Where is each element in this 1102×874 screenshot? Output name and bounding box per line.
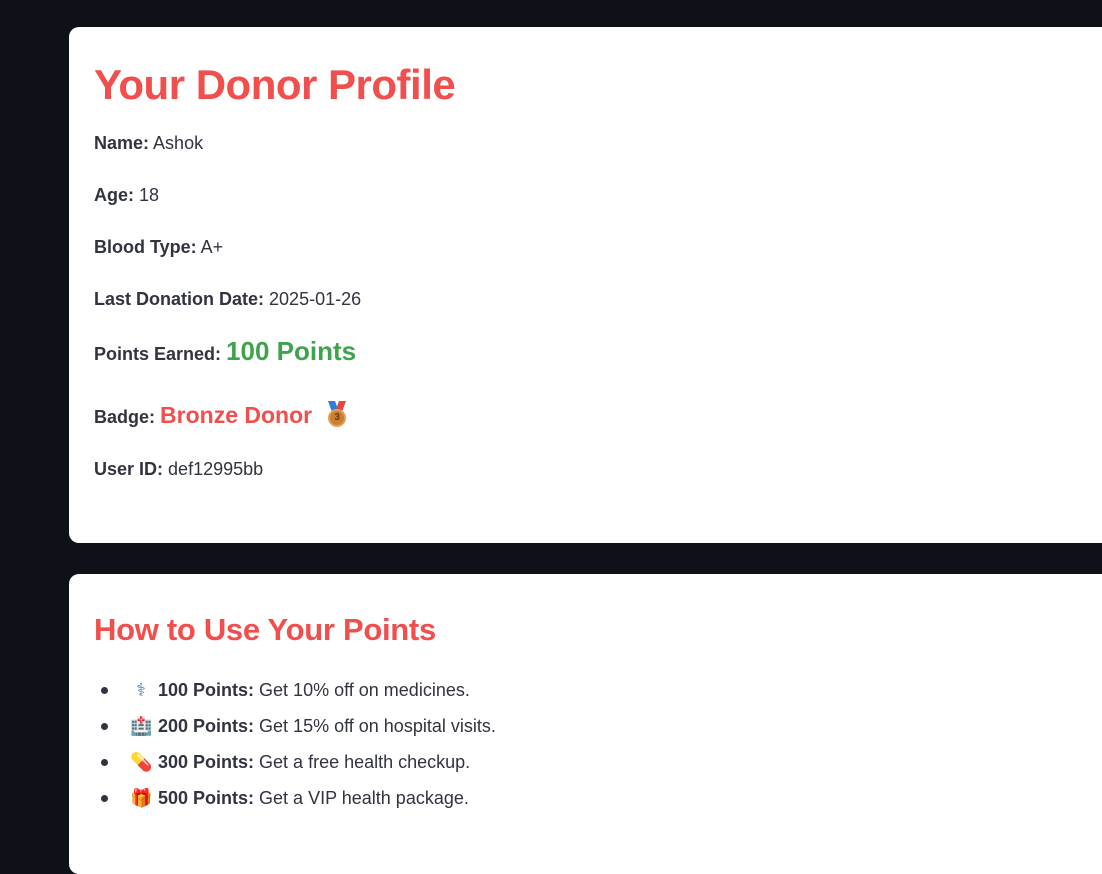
name-field: Name: Ashok	[94, 131, 1102, 183]
last-donation-label: Last Donation Date:	[94, 289, 265, 309]
page-title: Your Donor Profile	[94, 61, 456, 108]
reward-points: 300 Points:	[158, 752, 255, 772]
badge-field: Badge: Bronze Donor 3	[94, 401, 1102, 457]
donor-profile-card: Your Donor Profile Name: Ashok Age: 18 B…	[69, 27, 1102, 543]
last-donation-value: 2025-01-26	[269, 289, 362, 309]
reward-points: 500 Points:	[158, 788, 255, 808]
user-id-field: User ID: def12995bb	[94, 457, 1102, 509]
rewards-list: ⚕ 100 Points: Get 10% off on medicines. 🏥…	[94, 672, 1102, 816]
hospital-icon: 🏥	[130, 716, 153, 736]
bronze-medal-icon: 3	[325, 401, 349, 427]
points-label: Points Earned:	[94, 344, 222, 364]
pill-icon: 💊	[130, 752, 153, 772]
name-label: Name:	[94, 133, 150, 153]
reward-text: Get 15% off on hospital visits.	[259, 716, 496, 736]
user-id-label: User ID:	[94, 459, 164, 479]
points-value: 100 Points	[226, 336, 357, 366]
stethoscope-icon: ⚕	[136, 680, 146, 700]
list-item: ⚕ 100 Points: Get 10% off on medicines.	[101, 672, 1102, 708]
badge-label: Badge:	[94, 407, 156, 427]
age-label: Age:	[94, 185, 134, 205]
gift-icon: 🎁	[130, 788, 153, 808]
age-value: 18	[139, 185, 160, 205]
list-item: 🏥 200 Points: Get 15% off on hospital vis…	[101, 708, 1102, 744]
reward-text: Get a VIP health package.	[259, 788, 469, 808]
reward-text: Get a free health checkup.	[259, 752, 471, 772]
reward-text: Get 10% off on medicines.	[259, 680, 470, 700]
reward-points: 200 Points:	[158, 716, 255, 736]
list-item: 💊 300 Points: Get a free health checkup.	[101, 744, 1102, 780]
reward-points: 100 Points:	[158, 680, 255, 700]
medal-number: 3	[328, 409, 347, 427]
user-id-value: def12995bb	[168, 459, 264, 479]
blood-type-field: Blood Type: A+	[94, 235, 1102, 287]
points-field: Points Earned: 100 Points	[94, 336, 1102, 401]
age-field: Age: 18	[94, 183, 1102, 235]
last-donation-field: Last Donation Date: 2025-01-26	[94, 287, 1102, 339]
list-item: 🎁 500 Points: Get a VIP health package.	[101, 780, 1102, 816]
blood-type-label: Blood Type:	[94, 237, 197, 257]
badge-value: Bronze Donor	[160, 402, 313, 428]
name-value: Ashok	[153, 133, 204, 153]
rewards-title: How to Use Your Points	[94, 612, 436, 647]
blood-type-value: A+	[200, 237, 224, 257]
rewards-card: How to Use Your Points ⚕ 100 Points: Get …	[69, 574, 1102, 874]
